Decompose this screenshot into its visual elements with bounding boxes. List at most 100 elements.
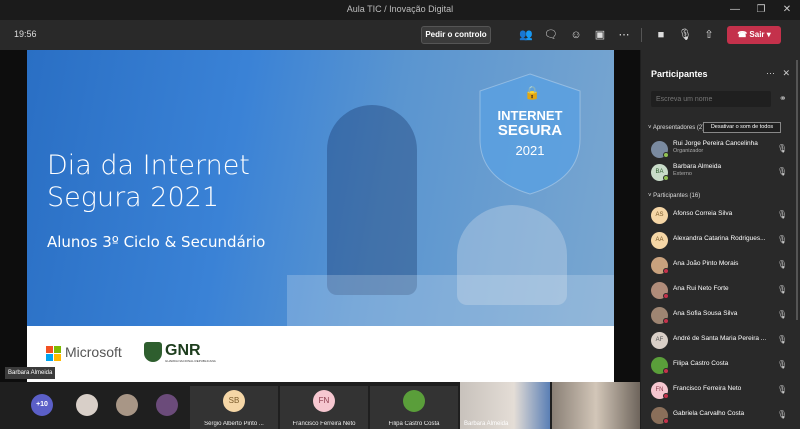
gallery-tile[interactable]: Filipa Castro Costa (370, 386, 458, 429)
participant-role: Externo (673, 171, 692, 177)
participant-name: Barbara Almeida (673, 163, 722, 170)
mic-off-icon: 🎙 (777, 335, 788, 344)
participants-panel: Participantes ⋯ ✕ ⚭ ˅ Apresentadores (2)… (641, 50, 800, 429)
participant-name: Ana Sofia Sousa Silva (673, 310, 738, 317)
photo-desk (287, 275, 614, 326)
participant-row[interactable]: AS Afonso Correia Silva 🎙 (641, 204, 800, 228)
badge-year: 2021 (515, 143, 545, 158)
share-icon[interactable]: ⇧ (701, 27, 717, 43)
participant-row[interactable]: Ana Sofia Sousa Silva 🎙 (641, 304, 800, 328)
presenters-label: Apresentadores (2) (652, 125, 705, 131)
more-icon[interactable]: ⋯ (766, 68, 775, 78)
slide-title-line2: Segura 2021 (47, 182, 220, 213)
participant-search-input[interactable] (651, 91, 771, 107)
tile-name: Sérgio Alberto Pinto ... (204, 421, 264, 427)
participant-name: Alexandra Catarina Rodrigues... (673, 235, 766, 242)
avatar (76, 394, 98, 416)
participant-name: Gabriela Carvalho Costa (673, 410, 745, 417)
window-title: Aula TIC / Inovação Digital (346, 4, 454, 14)
gnr-name: GNR (165, 342, 201, 359)
window-controls: — ❐ ✕ (722, 0, 800, 20)
mic-off-icon: 🎙 (777, 310, 788, 319)
close-button[interactable]: ✕ (774, 0, 800, 20)
participant-row[interactable]: Ana João Pinto Morais 🎙 (641, 254, 800, 278)
avatar (156, 394, 178, 416)
mic-off-icon: 🎙 (777, 410, 788, 419)
badge-line1: INTERNET (497, 108, 563, 123)
video-tile-barbara[interactable]: Barbara Almeida (460, 382, 550, 429)
close-icon[interactable]: ✕ (782, 68, 790, 78)
restore-button[interactable]: ❐ (748, 0, 774, 20)
panel-scrollbar[interactable] (796, 60, 798, 320)
participant-name: Filipa Castro Costa (673, 360, 729, 367)
avatar: FN (313, 390, 335, 412)
camera-icon[interactable]: ■ (653, 27, 669, 43)
gallery-tile[interactable]: SB Sérgio Alberto Pinto ... (190, 386, 278, 429)
slide-title-line1: Dia da Internet (47, 150, 250, 181)
share-invite-icon[interactable]: ⚭ (779, 93, 787, 104)
participant-role: Organizador (673, 148, 704, 154)
participant-name: Francisco Ferreira Neto (673, 385, 742, 392)
rooms-icon[interactable]: ▣ (592, 27, 608, 43)
more-icon[interactable]: ⋯ (616, 27, 632, 43)
tile-name: Filipa Castro Costa (388, 421, 440, 427)
mic-off-icon: 🎙 (777, 385, 788, 394)
microsoft-name: Microsoft (65, 344, 122, 360)
presenters-section[interactable]: ˅ Apresentadores (2) (648, 125, 704, 131)
participant-name: André de Santa Maria Pereira ... (673, 335, 767, 342)
status-badge (663, 393, 669, 399)
leave-button[interactable]: ☎ Sair ▾ (727, 26, 781, 44)
overflow-participants-button[interactable]: +10 (31, 394, 53, 416)
mic-icon: 🎙 (777, 144, 788, 153)
badge-line2: SEGURA (497, 122, 563, 139)
mic-off-icon: 🎙 (777, 235, 788, 244)
gnr-seal-icon (144, 342, 162, 362)
photo-student-figure (327, 105, 417, 295)
status-badge (663, 293, 669, 299)
status-badge (663, 152, 669, 158)
mic-icon[interactable]: 🎙 (677, 27, 693, 43)
avatar: AA (651, 232, 668, 249)
status-badge (663, 268, 669, 274)
window-titlebar: Aula TIC / Inovação Digital — ❐ ✕ (0, 0, 800, 20)
chat-icon[interactable]: 🗨 (543, 27, 559, 43)
slide-logo-strip: Microsoft GNR GUARDA NACIONAL REPUBLICAN… (27, 326, 614, 382)
gallery-tile[interactable]: FN Francisco Ferreira Neto (280, 386, 368, 429)
participant-row[interactable]: Rui Jorge Pereira Cancelinha Organizador… (641, 138, 800, 162)
presentation-slide: Dia da Internet Segura 2021 Alunos 3º Ci… (27, 50, 614, 382)
participant-row[interactable]: Filipa Castro Costa 🎙 (641, 354, 800, 378)
mute-all-button[interactable]: Desativar o som de todos (703, 122, 781, 133)
meeting-clock: 19:56 (14, 29, 37, 39)
panel-actions: ⋯ ✕ (766, 68, 790, 79)
participant-row[interactable]: Gabriela Carvalho Costa 🎙 (641, 404, 800, 428)
slide-subtitle: Alunos 3º Ciclo & Secundário (47, 233, 266, 251)
video-tile-organizer[interactable] (552, 382, 640, 429)
mic-off-icon: 🎙 (777, 210, 788, 219)
minimize-button[interactable]: — (722, 0, 748, 20)
participant-row[interactable]: FN Francisco Ferreira Neto 🎙 (641, 379, 800, 403)
participant-row[interactable]: AA Alexandra Catarina Rodrigues... 🎙 (641, 229, 800, 253)
presenter-label: Barbara Almeida (5, 367, 56, 379)
participant-name: Afonso Correia Silva (673, 210, 733, 217)
mic-off-icon: 🎙 (777, 285, 788, 294)
meeting-toolbar: 19:56 Pedir o controlo 👥 🗨 ☺ ▣ ⋯ ■ 🎙 ⇧ ☎… (0, 20, 800, 50)
attendees-section[interactable]: ˅ Participantes (16) (648, 193, 700, 199)
participant-row[interactable]: Ana Rui Neto Forte 🎙 (641, 279, 800, 303)
participant-name: Ana Rui Neto Forte (673, 285, 729, 292)
video-gallery: +10 SB Sérgio Alberto Pinto ... FN Franc… (0, 382, 640, 429)
reactions-icon[interactable]: ☺ (568, 27, 584, 43)
request-control-button[interactable]: Pedir o controlo (421, 26, 491, 44)
attendees-label: Participantes (16) (653, 193, 701, 199)
status-badge (663, 318, 669, 324)
participant-row[interactable]: AF André de Santa Maria Pereira ... 🎙 (641, 329, 800, 353)
leave-label: Sair (749, 30, 765, 39)
participant-row[interactable]: BA Barbara Almeida Externo 🎙 (641, 161, 800, 185)
status-badge (663, 368, 669, 374)
toolbar-divider (641, 28, 642, 42)
tile-name: Francisco Ferreira Neto (292, 421, 356, 427)
avatar (116, 394, 138, 416)
people-icon[interactable]: 👥 (518, 27, 534, 43)
slide-title: Dia da Internet Segura 2021 (47, 150, 250, 214)
avatar: SB (223, 390, 245, 412)
status-badge (663, 175, 669, 181)
